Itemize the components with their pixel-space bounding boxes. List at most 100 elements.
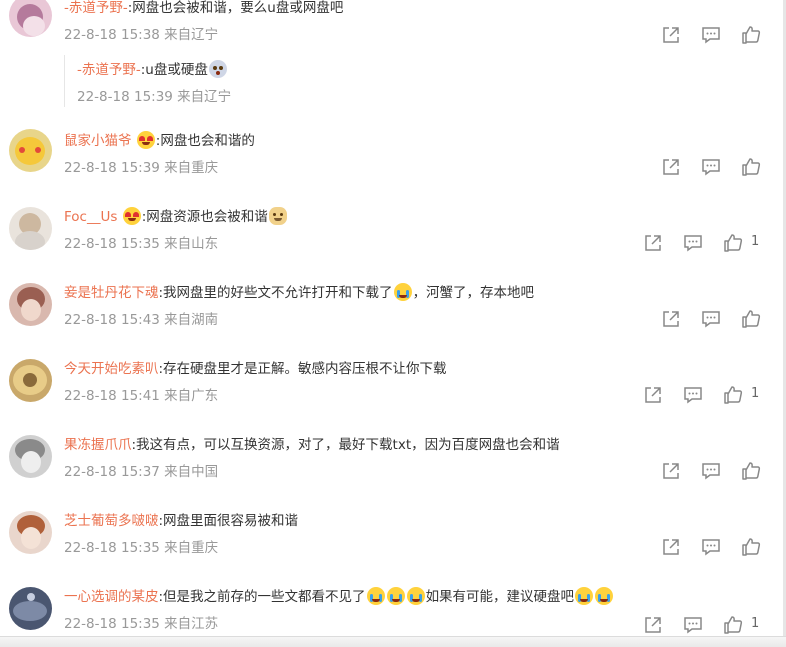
avatar[interactable] bbox=[9, 359, 52, 402]
comment-item: 今天开始吃素叭:存在硬盘里才是正解。敏感内容压根不让你下载 22-8-18 15… bbox=[0, 348, 782, 424]
comment-line: Foc__Us :网盘资源也会被和谐 bbox=[64, 207, 288, 227]
comment-item: 果冻握爪爪:我这有点，可以互换资源，对了，最好下载txt，因为百度网盘也会和谐 … bbox=[0, 424, 782, 500]
share-icon bbox=[645, 387, 661, 403]
crying-emoji-icon bbox=[406, 587, 425, 605]
comment-icon bbox=[702, 463, 720, 480]
thumbs-up-icon bbox=[742, 310, 761, 328]
share-button[interactable] bbox=[660, 156, 682, 178]
weibo-comment-list: -赤道予野-:网盘也会被和谐，要么u盘或网盘吧 22-8-18 15:38 来自… bbox=[0, 0, 786, 647]
like-count: 1 bbox=[751, 616, 760, 631]
thumbs-up-icon bbox=[742, 158, 761, 176]
comment-username[interactable]: 鼠家小猫爷 bbox=[64, 133, 132, 149]
comment-username[interactable]: 果冻握爪爪 bbox=[64, 437, 132, 453]
share-button[interactable] bbox=[642, 232, 664, 254]
comment-username[interactable]: Foc__Us bbox=[64, 209, 117, 225]
like-button[interactable] bbox=[722, 232, 744, 254]
like-button[interactable] bbox=[740, 24, 762, 46]
avatar[interactable] bbox=[9, 587, 52, 630]
avatar[interactable] bbox=[9, 0, 52, 37]
share-icon bbox=[663, 463, 679, 479]
comment-item: 芝士葡萄多啵啵:网盘里面很容易被和谐 22-8-18 15:35 来自重庆 bbox=[0, 500, 782, 576]
share-icon bbox=[663, 27, 679, 43]
shocked-emoji-icon bbox=[208, 60, 227, 78]
comment-username[interactable]: 妾是牡丹花下魂 bbox=[64, 285, 159, 301]
share-button[interactable] bbox=[642, 614, 664, 636]
comment-meta: 22-8-18 15:35 来自重庆 bbox=[64, 540, 219, 556]
comment-button[interactable] bbox=[700, 460, 722, 482]
like-button[interactable] bbox=[722, 614, 744, 636]
comment-text: ，河蟹了，存本地吧 bbox=[412, 285, 535, 301]
comment-item: 妾是牡丹花下魂:我网盘里的好些文不允许打开和下载了 ，河蟹了，存本地吧 22-8-… bbox=[0, 272, 782, 348]
comment-button[interactable] bbox=[682, 614, 704, 636]
heart-eyes-emoji-icon bbox=[136, 131, 155, 149]
like-button[interactable] bbox=[740, 536, 762, 558]
thumbs-up-icon bbox=[742, 462, 761, 480]
reply-meta: 22-8-18 15:39 来自辽宁 bbox=[77, 89, 232, 105]
comment-icon bbox=[684, 235, 702, 252]
comment-text: :我这有点，可以互换资源，对了，最好下载txt，因为百度网盘也会和谐 bbox=[131, 437, 560, 453]
comment-icon bbox=[684, 617, 702, 634]
thumbs-up-icon bbox=[724, 616, 743, 634]
avatar[interactable] bbox=[9, 129, 52, 172]
comment-button[interactable] bbox=[700, 24, 722, 46]
share-button[interactable] bbox=[660, 24, 682, 46]
comment-line: 妾是牡丹花下魂:我网盘里的好些文不允许打开和下载了 ，河蟹了，存本地吧 bbox=[64, 283, 534, 303]
comment-actions bbox=[660, 24, 770, 46]
like-button[interactable] bbox=[740, 308, 762, 330]
share-icon bbox=[663, 311, 679, 327]
comment-button[interactable] bbox=[682, 384, 704, 406]
comment-line: 一心选调的某皮:但是我之前存的一些文都看不见了 如果有可能，建议硬盘吧 bbox=[64, 587, 614, 607]
avatar[interactable] bbox=[9, 283, 52, 326]
comment-button[interactable] bbox=[700, 536, 722, 558]
reply-username[interactable]: -赤道予野- bbox=[77, 62, 141, 78]
comment-username[interactable]: 一心选调的某皮 bbox=[64, 589, 159, 605]
comment-actions: 1 bbox=[642, 384, 772, 406]
comment-actions: 1 bbox=[642, 614, 772, 636]
like-button[interactable] bbox=[740, 460, 762, 482]
share-button[interactable] bbox=[660, 308, 682, 330]
comment-button[interactable] bbox=[682, 232, 704, 254]
heart-eyes-emoji-icon bbox=[122, 207, 141, 225]
avatar[interactable] bbox=[9, 435, 52, 478]
comment-text: :网盘也会和谐的 bbox=[155, 133, 255, 149]
comment-meta: 22-8-18 15:39 来自重庆 bbox=[64, 160, 219, 176]
reply-text: :u盘或硬盘 bbox=[140, 62, 208, 78]
share-button[interactable] bbox=[660, 460, 682, 482]
comment-text: :网盘里面很容易被和谐 bbox=[158, 513, 299, 529]
comment-item: Foc__Us :网盘资源也会被和谐 22-8-18 15:35 来自山东 1 bbox=[0, 196, 782, 272]
comment-line: -赤道予野-:网盘也会被和谐，要么u盘或网盘吧 bbox=[64, 0, 343, 18]
comment-meta: 22-8-18 15:35 来自山东 bbox=[64, 236, 219, 252]
thumbs-up-icon bbox=[742, 26, 761, 44]
comment-actions: 1 bbox=[642, 232, 772, 254]
like-count: 1 bbox=[751, 234, 760, 249]
like-button[interactable] bbox=[740, 156, 762, 178]
avatar[interactable] bbox=[9, 207, 52, 250]
comment-username[interactable]: 今天开始吃素叭 bbox=[64, 361, 159, 377]
comment-meta: 22-8-18 15:41 来自广东 bbox=[64, 388, 219, 404]
like-button[interactable] bbox=[722, 384, 744, 406]
avatar[interactable] bbox=[9, 511, 52, 554]
comment-text: 如果有可能，建议硬盘吧 bbox=[425, 589, 575, 605]
share-icon bbox=[663, 539, 679, 555]
comment-username[interactable]: -赤道予野- bbox=[64, 0, 128, 16]
share-icon bbox=[663, 159, 679, 175]
share-button[interactable] bbox=[660, 536, 682, 558]
comment-button[interactable] bbox=[700, 308, 722, 330]
comment-username[interactable]: 芝士葡萄多啵啵 bbox=[64, 513, 159, 529]
comment-meta: 22-8-18 15:38 来自辽宁 bbox=[64, 27, 219, 43]
share-icon bbox=[645, 617, 661, 633]
share-button[interactable] bbox=[642, 384, 664, 406]
comment-button[interactable] bbox=[700, 156, 722, 178]
comment-text: :网盘资源也会被和谐 bbox=[141, 209, 268, 225]
window-bottom-edge bbox=[0, 636, 786, 647]
crying-emoji-icon bbox=[386, 587, 405, 605]
thumbs-up-icon bbox=[742, 538, 761, 556]
comment-meta: 22-8-18 15:35 来自江苏 bbox=[64, 616, 219, 632]
thumbs-up-icon bbox=[724, 386, 743, 404]
comment-item: -赤道予野-:网盘也会被和谐，要么u盘或网盘吧 22-8-18 15:38 来自… bbox=[0, 0, 782, 120]
comment-actions bbox=[660, 460, 770, 482]
comment-meta: 22-8-18 15:43 来自湖南 bbox=[64, 312, 219, 328]
comment-meta: 22-8-18 15:37 来自中国 bbox=[64, 464, 219, 480]
doge-emoji-icon bbox=[268, 207, 287, 225]
comment-icon bbox=[702, 311, 720, 328]
